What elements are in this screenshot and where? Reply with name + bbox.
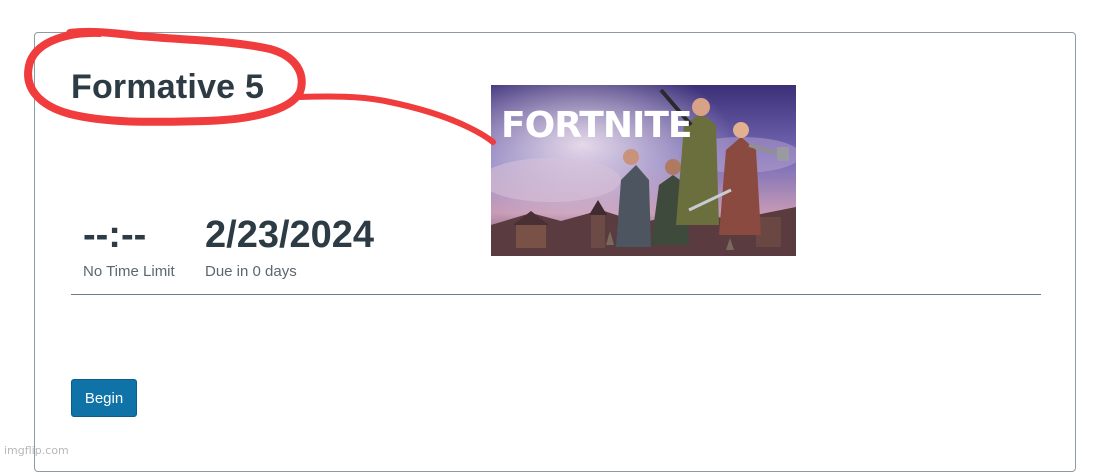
quiz-title: Formative 5	[71, 68, 265, 106]
fortnite-image: FORTNITE	[491, 85, 796, 256]
due-date-value: 2/23/2024	[205, 214, 375, 256]
time-limit-label: No Time Limit	[83, 263, 175, 280]
fortnite-logo: FORTNITE	[501, 105, 692, 146]
due-date-label: Due in 0 days	[205, 263, 297, 280]
time-limit-value: --:--	[83, 214, 147, 256]
imgflip-watermark: imgflip.com	[4, 444, 69, 457]
begin-button[interactable]: Begin	[71, 379, 137, 417]
due-date-stat: 2/23/2024 Due in 0 days	[205, 216, 374, 280]
divider	[71, 294, 1041, 295]
time-limit-stat: --:-- No Time Limit	[83, 216, 175, 280]
